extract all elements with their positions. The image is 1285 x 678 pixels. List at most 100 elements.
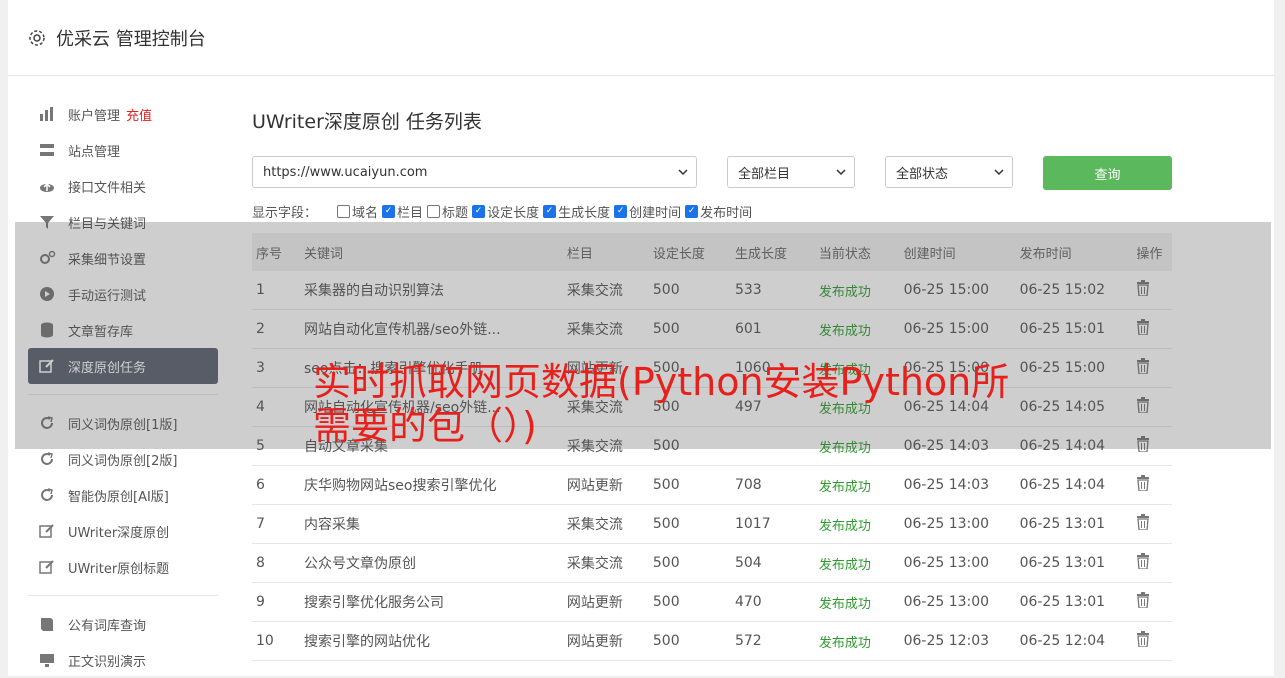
table-cell <box>1132 504 1172 544</box>
field-checkbox[interactable]: 生成长度 <box>543 202 610 221</box>
chevron-down-icon <box>678 169 688 176</box>
field-checkbox[interactable]: 域名 <box>337 202 378 221</box>
column-select-value: 全部栏目 <box>738 166 791 182</box>
field-checkbox-label: 栏目 <box>397 206 424 221</box>
checkbox-icon[interactable] <box>337 205 351 218</box>
table-cell: 500 <box>648 582 731 622</box>
sidebar-item-label: 同义词伪原创[2版] <box>68 453 178 469</box>
table-cell <box>1132 543 1172 583</box>
sidebar-item-label: 正文识别演示 <box>68 654 147 670</box>
sidebar-item-label: 账户管理 <box>68 108 121 124</box>
table-cell[interactable]: 内容采集 <box>300 504 563 544</box>
site-select-value: https://www.ucaiyun.com <box>263 164 428 180</box>
table-cell: 572 <box>730 621 815 661</box>
trash-icon[interactable] <box>1136 553 1150 569</box>
table-cell: 8 <box>252 543 300 583</box>
query-button[interactable]: 查询 <box>1043 156 1172 190</box>
table-cell <box>1132 621 1172 661</box>
table-cell[interactable]: 公众号文章伪原创 <box>300 543 563 583</box>
table-cell: 06-25 12:03 <box>899 621 1016 661</box>
sidebar-item[interactable]: 公有词库查询 <box>28 606 218 642</box>
trash-icon[interactable] <box>1136 475 1150 491</box>
edit-icon <box>38 522 56 540</box>
column-select[interactable]: 全部栏目 <box>727 156 855 188</box>
table-cell: 06-25 13:01 <box>1015 543 1133 583</box>
sidebar-item-label: 站点管理 <box>68 144 121 160</box>
sidebar-item-label: 智能伪原创[AI版] <box>68 489 169 505</box>
table-cell: 网站更新 <box>562 621 649 661</box>
sidebar-item-label: 接口文件相关 <box>68 180 147 196</box>
monitor-icon <box>38 651 56 669</box>
table-cell <box>1132 465 1172 505</box>
refresh-icon <box>38 450 56 468</box>
sidebar-item[interactable]: 正文识别演示 <box>28 642 218 678</box>
table-row: 6 庆华购物网站seo搜索引擎优化 网站更新 500 708 发布成功 06-25 14:0… <box>252 465 1172 505</box>
table-cell: 708 <box>730 465 815 505</box>
field-checkbox[interactable]: 标题 <box>427 202 468 221</box>
table-cell[interactable]: 搜索引擎优化服务公司 <box>300 582 563 622</box>
field-checkbox[interactable]: 设定长度 <box>472 202 539 221</box>
display-fields-label: 显示字段： <box>252 206 318 221</box>
table-cell: 06-25 12:04 <box>1015 621 1133 661</box>
sidebar-item[interactable]: UWriter深度原创 <box>28 513 218 549</box>
status-select[interactable]: 全部状态 <box>885 156 1013 188</box>
recharge-link[interactable]: 充值 <box>126 105 152 124</box>
table-cell: 网站更新 <box>562 582 649 622</box>
site-select[interactable]: https://www.ucaiyun.com <box>252 156 697 188</box>
table-cell[interactable]: 搜索引擎的网站优化 <box>300 621 563 661</box>
checkbox-icon[interactable] <box>543 205 557 218</box>
table-cell: 470 <box>730 582 815 622</box>
field-checkbox[interactable]: 栏目 <box>382 202 423 221</box>
checkbox-icon[interactable] <box>614 205 628 218</box>
sidebar-item[interactable]: 站点管理 <box>28 132 218 168</box>
checkbox-icon[interactable] <box>382 205 396 218</box>
table-cell: 06-25 14:03 <box>899 465 1016 505</box>
filter-bar: https://www.ucaiyun.com 全部栏目 全部状态 查询 <box>252 156 1172 190</box>
table-row: 7 内容采集 采集交流 500 1017 发布成功 06-25 13:00 06-25 13:… <box>252 504 1172 544</box>
table-row: 8 公众号文章伪原创 采集交流 500 504 发布成功 06-25 13:00 06-25 … <box>252 543 1172 583</box>
table-cell: 500 <box>648 543 731 583</box>
chevron-down-icon <box>836 169 846 176</box>
cloud-upload-icon <box>38 177 56 195</box>
trash-icon[interactable] <box>1136 631 1150 647</box>
table-cell: 10 <box>252 621 300 661</box>
sidebar-item[interactable]: UWriter原创标题 <box>28 549 218 585</box>
display-fields: 显示字段： 域名 栏目 标题 设定长度 生成长度 创建时间 发布时间 <box>252 202 756 221</box>
field-checkbox-label: 生成长度 <box>558 206 611 221</box>
table-cell: 发布成功 <box>814 465 900 505</box>
checkbox-icon[interactable] <box>427 205 441 218</box>
table-row: 9 搜索引擎优化服务公司 网站更新 500 470 发布成功 06-25 13:00 06-2… <box>252 582 1172 622</box>
table-cell: 06-25 14:04 <box>1015 465 1133 505</box>
sidebar-item[interactable]: 账户管理 充值 <box>28 96 218 132</box>
checkbox-icon[interactable] <box>472 205 486 218</box>
sidebar-divider <box>28 595 218 596</box>
table-cell: 06-25 13:01 <box>1015 504 1133 544</box>
edit-icon <box>38 558 56 576</box>
table-cell: 500 <box>648 465 731 505</box>
sidebar-item-label: 公有词库查询 <box>68 618 147 634</box>
table-row: 10 搜索引擎的网站优化 网站更新 500 572 发布成功 06-25 12:03 06-2… <box>252 621 1172 661</box>
top-header: 优采云 管理控制台 <box>8 0 1274 76</box>
table-cell: 504 <box>730 543 815 583</box>
refresh-icon <box>38 486 56 504</box>
checkbox-icon[interactable] <box>685 205 699 218</box>
field-checkbox-label: 域名 <box>352 206 379 221</box>
table-cell: 06-25 13:01 <box>1015 582 1133 622</box>
trash-icon[interactable] <box>1136 514 1150 530</box>
table-cell: 06-25 13:00 <box>899 504 1016 544</box>
table-cell: 500 <box>648 504 731 544</box>
table-cell: 6 <box>252 465 300 505</box>
table-cell: 发布成功 <box>814 543 900 583</box>
sidebar-item[interactable]: 接口文件相关 <box>28 168 218 204</box>
app-title: 优采云 管理控制台 <box>56 28 206 50</box>
table-cell: 采集交流 <box>562 543 649 583</box>
field-checkbox[interactable]: 发布时间 <box>685 202 752 221</box>
table-cell[interactable]: 庆华购物网站seo搜索引擎优化 <box>300 465 563 505</box>
gear-icon[interactable] <box>28 29 46 47</box>
table-cell: 06-25 13:00 <box>899 582 1016 622</box>
table-cell: 发布成功 <box>814 504 900 544</box>
sidebar-item[interactable]: 智能伪原创[AI版] <box>28 477 218 513</box>
trash-icon[interactable] <box>1136 592 1150 608</box>
field-checkbox[interactable]: 创建时间 <box>614 202 681 221</box>
table-cell: 500 <box>648 621 731 661</box>
